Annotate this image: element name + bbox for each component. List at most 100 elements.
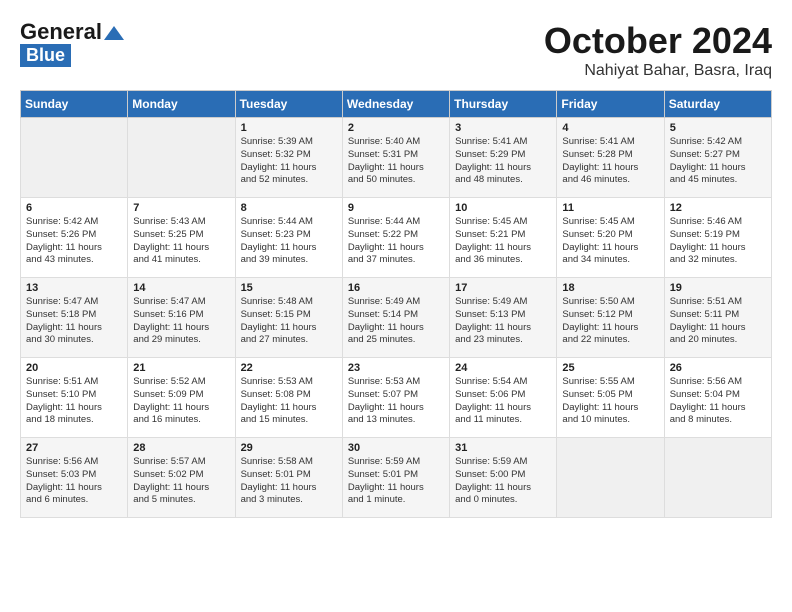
title-block: October 2024 Nahiyat Bahar, Basra, Iraq xyxy=(544,20,772,80)
day-info: Sunrise: 5:57 AM Sunset: 5:02 PM Dayligh… xyxy=(133,456,229,507)
day-info: Sunrise: 5:41 AM Sunset: 5:29 PM Dayligh… xyxy=(455,136,551,187)
day-info: Sunrise: 5:45 AM Sunset: 5:20 PM Dayligh… xyxy=(562,216,658,267)
day-info: Sunrise: 5:53 AM Sunset: 5:08 PM Dayligh… xyxy=(241,376,337,427)
day-info: Sunrise: 5:48 AM Sunset: 5:15 PM Dayligh… xyxy=(241,296,337,347)
day-number: 3 xyxy=(455,122,551,134)
col-header-friday: Friday xyxy=(557,91,664,118)
day-info: Sunrise: 5:45 AM Sunset: 5:21 PM Dayligh… xyxy=(455,216,551,267)
day-number: 9 xyxy=(348,202,444,214)
col-header-tuesday: Tuesday xyxy=(235,91,342,118)
calendar-cell: 7 Sunrise: 5:43 AM Sunset: 5:25 PM Daylig… xyxy=(128,198,235,278)
calendar-cell: 27 Sunrise: 5:56 AM Sunset: 5:03 PM Dayli… xyxy=(21,438,128,518)
calendar-cell: 20Sunrise: 5:51 AM Sunset: 5:10 PM Dayli… xyxy=(21,358,128,438)
day-number: 12 xyxy=(670,202,766,214)
calendar-cell: 18 Sunrise: 5:50 AM Sunset: 5:12 PM Dayli… xyxy=(557,278,664,358)
col-header-wednesday: Wednesday xyxy=(342,91,449,118)
day-number: 15 xyxy=(241,282,337,294)
logo-general: General xyxy=(20,19,102,44)
day-number: 21 xyxy=(133,362,229,374)
calendar-cell xyxy=(128,118,235,198)
day-number: 30 xyxy=(348,442,444,454)
day-number: 6 xyxy=(26,202,122,214)
week-row-2: 13Sunrise: 5:47 AM Sunset: 5:18 PM Dayli… xyxy=(21,278,772,358)
day-info: Sunrise: 5:53 AM Sunset: 5:07 PM Dayligh… xyxy=(348,376,444,427)
day-info: Sunrise: 5:49 AM Sunset: 5:13 PM Dayligh… xyxy=(455,296,551,347)
calendar-cell: 22 Sunrise: 5:53 AM Sunset: 5:08 PM Dayli… xyxy=(235,358,342,438)
day-number: 4 xyxy=(562,122,658,134)
day-info: Sunrise: 5:49 AM Sunset: 5:14 PM Dayligh… xyxy=(348,296,444,347)
calendar-cell xyxy=(21,118,128,198)
day-number: 14 xyxy=(133,282,229,294)
calendar-table: SundayMondayTuesdayWednesdayThursdayFrid… xyxy=(20,90,772,518)
calendar-cell: 25 Sunrise: 5:55 AM Sunset: 5:05 PM Dayli… xyxy=(557,358,664,438)
location-subtitle: Nahiyat Bahar, Basra, Iraq xyxy=(544,62,772,80)
day-info: Sunrise: 5:59 AM Sunset: 5:00 PM Dayligh… xyxy=(455,456,551,507)
day-number: 5 xyxy=(670,122,766,134)
calendar-cell: 1 Sunrise: 5:39 AM Sunset: 5:32 PM Daylig… xyxy=(235,118,342,198)
day-info: Sunrise: 5:42 AM Sunset: 5:27 PM Dayligh… xyxy=(670,136,766,187)
day-info: Sunrise: 5:43 AM Sunset: 5:25 PM Dayligh… xyxy=(133,216,229,267)
day-number: 1 xyxy=(241,122,337,134)
logo: General Blue xyxy=(20,20,124,67)
day-number: 23 xyxy=(348,362,444,374)
day-number: 27 xyxy=(26,442,122,454)
week-row-3: 20Sunrise: 5:51 AM Sunset: 5:10 PM Dayli… xyxy=(21,358,772,438)
day-info: Sunrise: 5:59 AM Sunset: 5:01 PM Dayligh… xyxy=(348,456,444,507)
day-number: 31 xyxy=(455,442,551,454)
calendar-cell: 24Sunrise: 5:54 AM Sunset: 5:06 PM Dayli… xyxy=(450,358,557,438)
day-number: 28 xyxy=(133,442,229,454)
calendar-cell: 15 Sunrise: 5:48 AM Sunset: 5:15 PM Dayli… xyxy=(235,278,342,358)
day-info: Sunrise: 5:55 AM Sunset: 5:05 PM Dayligh… xyxy=(562,376,658,427)
calendar-cell: 10 Sunrise: 5:45 AM Sunset: 5:21 PM Dayli… xyxy=(450,198,557,278)
day-info: Sunrise: 5:44 AM Sunset: 5:23 PM Dayligh… xyxy=(241,216,337,267)
day-info: Sunrise: 5:54 AM Sunset: 5:06 PM Dayligh… xyxy=(455,376,551,427)
logo-text: General xyxy=(20,20,124,44)
calendar-cell: 9 Sunrise: 5:44 AM Sunset: 5:22 PM Daylig… xyxy=(342,198,449,278)
week-row-1: 6 Sunrise: 5:42 AM Sunset: 5:26 PM Daylig… xyxy=(21,198,772,278)
calendar-cell: 30 Sunrise: 5:59 AM Sunset: 5:01 PM Dayli… xyxy=(342,438,449,518)
logo-blue: Blue xyxy=(20,44,71,67)
day-number: 29 xyxy=(241,442,337,454)
col-header-monday: Monday xyxy=(128,91,235,118)
day-number: 22 xyxy=(241,362,337,374)
page-header: General Blue October 2024 Nahiyat Bahar,… xyxy=(20,20,772,80)
day-info: Sunrise: 5:50 AM Sunset: 5:12 PM Dayligh… xyxy=(562,296,658,347)
day-number: 10 xyxy=(455,202,551,214)
calendar-cell: 23 Sunrise: 5:53 AM Sunset: 5:07 PM Dayli… xyxy=(342,358,449,438)
day-number: 19 xyxy=(670,282,766,294)
calendar-cell: 5 Sunrise: 5:42 AM Sunset: 5:27 PM Daylig… xyxy=(664,118,771,198)
calendar-cell: 13Sunrise: 5:47 AM Sunset: 5:18 PM Dayli… xyxy=(21,278,128,358)
day-number: 16 xyxy=(348,282,444,294)
calendar-cell: 2Sunrise: 5:40 AM Sunset: 5:31 PM Daylig… xyxy=(342,118,449,198)
day-number: 7 xyxy=(133,202,229,214)
calendar-cell: 12Sunrise: 5:46 AM Sunset: 5:19 PM Dayli… xyxy=(664,198,771,278)
calendar-cell: 4 Sunrise: 5:41 AM Sunset: 5:28 PM Daylig… xyxy=(557,118,664,198)
day-info: Sunrise: 5:44 AM Sunset: 5:22 PM Dayligh… xyxy=(348,216,444,267)
calendar-cell: 29 Sunrise: 5:58 AM Sunset: 5:01 PM Dayli… xyxy=(235,438,342,518)
day-info: Sunrise: 5:58 AM Sunset: 5:01 PM Dayligh… xyxy=(241,456,337,507)
week-row-0: 1 Sunrise: 5:39 AM Sunset: 5:32 PM Daylig… xyxy=(21,118,772,198)
calendar-cell: 28 Sunrise: 5:57 AM Sunset: 5:02 PM Dayli… xyxy=(128,438,235,518)
day-info: Sunrise: 5:41 AM Sunset: 5:28 PM Dayligh… xyxy=(562,136,658,187)
day-number: 17 xyxy=(455,282,551,294)
day-number: 11 xyxy=(562,202,658,214)
day-info: Sunrise: 5:47 AM Sunset: 5:18 PM Dayligh… xyxy=(26,296,122,347)
col-header-thursday: Thursday xyxy=(450,91,557,118)
day-number: 8 xyxy=(241,202,337,214)
calendar-cell: 8 Sunrise: 5:44 AM Sunset: 5:23 PM Daylig… xyxy=(235,198,342,278)
col-header-sunday: Sunday xyxy=(21,91,128,118)
day-number: 25 xyxy=(562,362,658,374)
day-info: Sunrise: 5:56 AM Sunset: 5:03 PM Dayligh… xyxy=(26,456,122,507)
day-info: Sunrise: 5:42 AM Sunset: 5:26 PM Dayligh… xyxy=(26,216,122,267)
calendar-cell: 16 Sunrise: 5:49 AM Sunset: 5:14 PM Dayli… xyxy=(342,278,449,358)
day-info: Sunrise: 5:51 AM Sunset: 5:11 PM Dayligh… xyxy=(670,296,766,347)
day-number: 2 xyxy=(348,122,444,134)
calendar-cell: 19 Sunrise: 5:51 AM Sunset: 5:11 PM Dayli… xyxy=(664,278,771,358)
calendar-cell: 11 Sunrise: 5:45 AM Sunset: 5:20 PM Dayli… xyxy=(557,198,664,278)
day-info: Sunrise: 5:52 AM Sunset: 5:09 PM Dayligh… xyxy=(133,376,229,427)
day-number: 18 xyxy=(562,282,658,294)
month-title: October 2024 xyxy=(544,20,772,62)
day-info: Sunrise: 5:56 AM Sunset: 5:04 PM Dayligh… xyxy=(670,376,766,427)
day-info: Sunrise: 5:39 AM Sunset: 5:32 PM Dayligh… xyxy=(241,136,337,187)
day-number: 26 xyxy=(670,362,766,374)
